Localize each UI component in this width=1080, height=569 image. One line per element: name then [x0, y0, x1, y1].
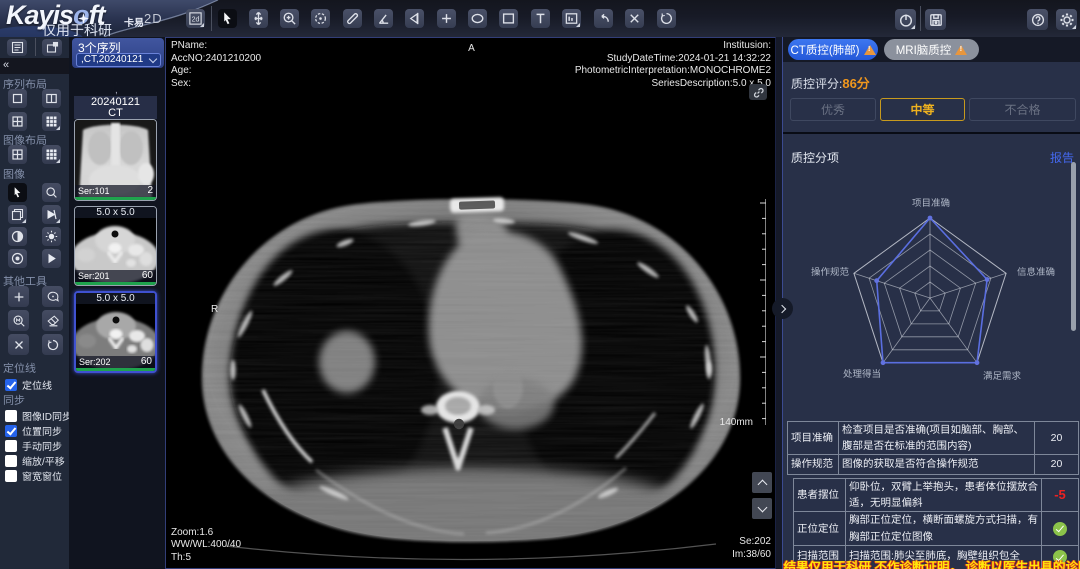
svg-text:2d: 2d: [192, 16, 200, 23]
